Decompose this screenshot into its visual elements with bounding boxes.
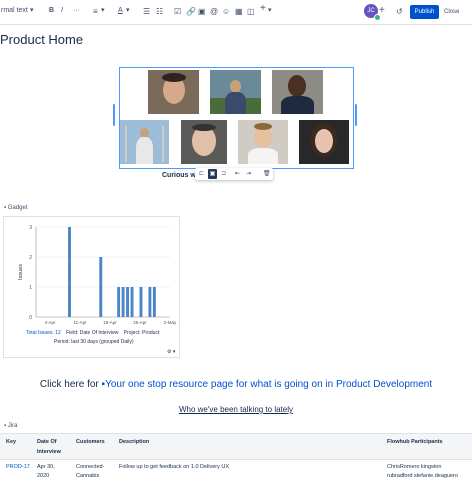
mention-icon[interactable]: @ <box>210 6 218 18</box>
chevron-down-icon[interactable]: ▾ <box>30 5 34 17</box>
chart-bar <box>148 287 152 317</box>
x-tick-label: 4-Apr <box>44 320 56 325</box>
issues-bar-chart: 0 1 2 3 4-Apr 11-Apr 18-Apr 25-Apr 2-May Issues <box>18 225 177 325</box>
y-tick-label: 2 <box>29 255 32 261</box>
invite-button[interactable]: + <box>379 5 385 17</box>
resource-link[interactable]: Your one stop resource page for what is … <box>105 379 432 390</box>
chart-bar <box>126 287 130 317</box>
column-header-participants[interactable]: Flowhub Participants <box>387 437 443 447</box>
x-tick-label: 2-May <box>164 320 177 325</box>
participants-line-2: rubradford stefanie.deaguero <box>387 473 458 479</box>
portrait-photo[interactable] <box>148 70 199 114</box>
text-style-dropdown[interactable]: rmal text <box>1 5 28 17</box>
talking-line: Who we've been talking to lately <box>0 405 472 414</box>
close-button[interactable]: Close <box>444 5 459 19</box>
chart-bar <box>117 287 121 317</box>
table-icon[interactable]: ▦ <box>235 6 243 18</box>
align-center-icon[interactable]: ▣ <box>208 169 217 179</box>
y-tick-label: 0 <box>29 315 32 321</box>
portrait-photo[interactable] <box>272 70 323 114</box>
description-cell: Follow up to get feedback on 1.0 Deliver… <box>119 464 230 470</box>
bullet-list-icon[interactable]: ☰ <box>143 6 150 18</box>
layout-icon[interactable]: ◫ <box>247 6 255 18</box>
more-formatting-button[interactable]: ··· <box>73 5 80 17</box>
gadget-label-text: Gadget <box>7 205 28 211</box>
numbered-list-icon[interactable]: ☷ <box>156 6 163 18</box>
wrap-right-icon[interactable]: ⇥ <box>246 169 251 179</box>
resource-prefix: Click here for <box>39 379 102 390</box>
x-tick-label: 18-Apr <box>103 320 117 325</box>
settings-dropdown[interactable]: ⚙ ▾ <box>167 349 175 355</box>
align-left-icon[interactable]: ⊏ <box>199 169 204 179</box>
portrait-photo[interactable] <box>181 120 227 164</box>
y-tick-label: 1 <box>29 285 32 291</box>
image-gallery[interactable] <box>119 67 354 169</box>
align-right-icon[interactable]: ⊐ <box>221 169 226 179</box>
gadget-macro-label: ▪ Gadget <box>4 205 28 211</box>
column-header-description[interactable]: Description <box>119 437 149 447</box>
period-text: Period: last 30 days (grouped Daily) <box>54 339 134 345</box>
chart-bar <box>99 257 103 317</box>
chart-bar <box>68 227 71 317</box>
total-issues-text: Total Issues: 12 <box>26 330 61 336</box>
align-icon[interactable]: ≡ <box>93 6 98 18</box>
x-tick-label: 11-Apr <box>73 320 87 325</box>
y-axis-label: Issues <box>18 264 24 280</box>
delete-icon[interactable]: 🗑 <box>263 169 271 179</box>
portrait-photo[interactable] <box>238 120 288 164</box>
column-header-customers[interactable]: Customers <box>76 437 105 447</box>
portrait-photo[interactable] <box>120 120 169 164</box>
chart-bar <box>139 287 143 317</box>
bold-button[interactable]: B <box>49 5 54 17</box>
resize-handle-left[interactable] <box>113 104 115 126</box>
column-header-date[interactable]: Date Of Interview <box>37 437 69 457</box>
project-text: Project: Product <box>123 330 160 336</box>
column-header-key[interactable]: Key <box>6 437 16 447</box>
chevron-down-icon[interactable]: ▾ <box>268 5 272 17</box>
wrap-left-icon[interactable]: ⇤ <box>235 169 240 179</box>
customer-line-2: Cannabis <box>76 473 100 479</box>
action-item-icon[interactable]: ☑ <box>174 6 181 18</box>
publish-button[interactable]: Publish <box>410 5 439 19</box>
jira-label-text: Jira <box>7 423 18 429</box>
talking-link[interactable]: Who we've been talking to lately <box>179 405 293 414</box>
editor-toolbar: rmal text ▾ B I ··· ≡ ▾ A ▾ ☰ ☷ ☑ 🔗 ▣ @ … <box>0 0 472 25</box>
insert-button[interactable]: + <box>260 3 266 15</box>
gadget-macro[interactable]: 0 1 2 3 4-Apr 11-Apr 18-Apr 25-Apr 2-May Issues T… <box>3 216 180 358</box>
page-title[interactable]: Product Home <box>0 32 83 47</box>
resource-line: Click here for ▪Your one stop resource p… <box>0 379 472 390</box>
portrait-photo[interactable] <box>210 70 261 114</box>
chart-bar <box>152 287 156 317</box>
portrait-photo[interactable] <box>299 120 349 164</box>
chart-bar <box>121 287 125 317</box>
issue-key-link[interactable]: PROD-17 <box>6 462 30 472</box>
text-color-button[interactable]: A <box>118 5 123 17</box>
chart-bar <box>130 287 134 317</box>
image-icon[interactable]: ▣ <box>198 6 206 18</box>
chevron-down-icon[interactable]: ▾ <box>126 5 130 17</box>
link-icon[interactable]: 🔗 <box>186 6 196 18</box>
undo-icon[interactable]: ↺ <box>396 6 403 18</box>
y-tick-label: 3 <box>29 225 32 231</box>
image-alignment-toolbar: ⊏ ▣ ⊐ ⇤ ⇥ 🗑 <box>195 168 273 180</box>
x-tick-label: 25-Apr <box>133 320 147 325</box>
jira-macro-label: ▪ Jira <box>4 423 18 429</box>
italic-button[interactable]: I <box>61 5 63 17</box>
resize-handle-right[interactable] <box>355 104 357 126</box>
field-text: Field: Date Of Interview <box>66 330 119 336</box>
date-line-2: 2020 <box>37 473 50 479</box>
emoji-icon[interactable]: ☺ <box>222 6 230 18</box>
chevron-down-icon[interactable]: ▾ <box>101 5 105 17</box>
